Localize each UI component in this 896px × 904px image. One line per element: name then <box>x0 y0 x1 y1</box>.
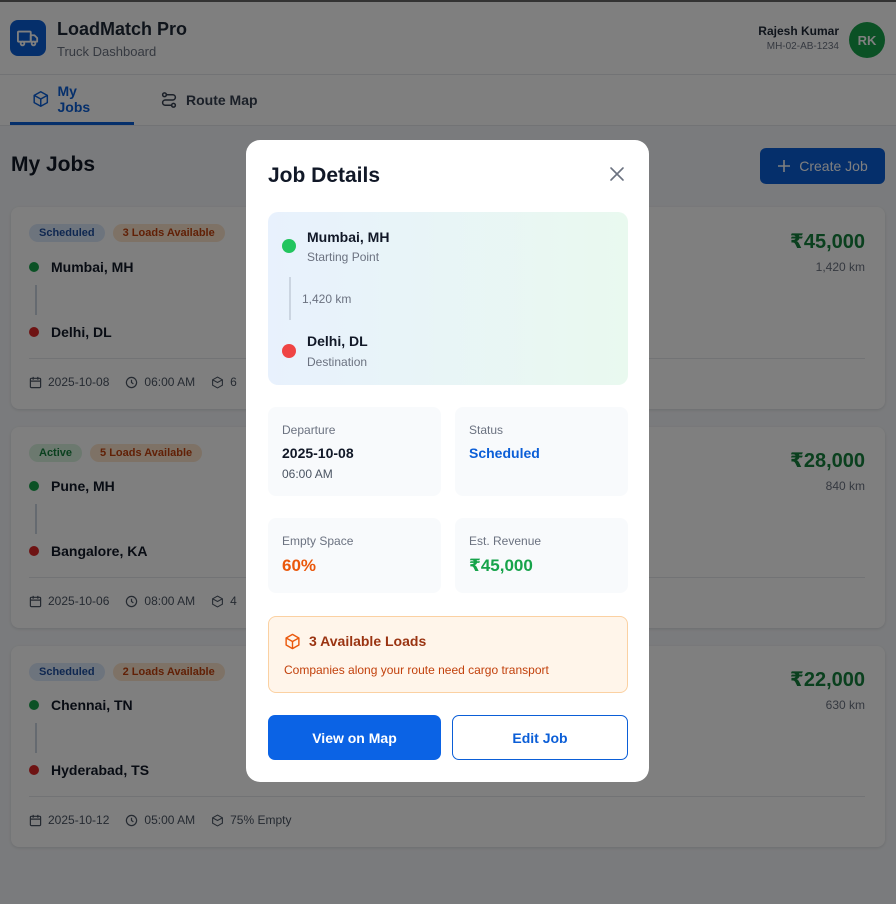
revenue-label: Est. Revenue <box>469 534 542 548</box>
close-icon[interactable] <box>607 164 627 184</box>
view-on-map-button[interactable]: View on Map <box>268 715 441 760</box>
departure-time: 06:00 AM <box>282 467 333 481</box>
empty-space-value: 60% <box>282 556 317 575</box>
status-label: Status <box>469 423 504 437</box>
available-loads-notice: 3 Available Loads Companies along your r… <box>268 616 628 693</box>
route-distance: 1,420 km <box>302 292 352 306</box>
departure-label: Departure <box>282 423 336 437</box>
status-value: Scheduled <box>469 445 540 461</box>
destination-city: Delhi, DL <box>307 333 368 349</box>
origin-label: Starting Point <box>307 250 380 264</box>
destination-dot-icon <box>282 344 296 358</box>
route-line <box>289 277 291 320</box>
route-summary: Mumbai, MH Starting Point 1,420 km Delhi… <box>268 212 628 385</box>
revenue-value: ₹45,000 <box>469 556 533 575</box>
loads-description: Companies along your route need cargo tr… <box>284 663 549 677</box>
destination-label: Destination <box>307 355 368 369</box>
revenue-info: Est. Revenue ₹45,000 <box>455 518 628 593</box>
origin-dot-icon <box>282 239 296 253</box>
departure-date: 2025-10-08 <box>282 445 354 461</box>
loads-title: 3 Available Loads <box>309 633 427 649</box>
job-details-modal: Job Details Mumbai, MH Starting Point 1,… <box>246 140 649 782</box>
empty-space-info: Empty Space 60% <box>268 518 441 593</box>
window-top-edge <box>0 0 896 2</box>
empty-space-label: Empty Space <box>282 534 354 548</box>
modal-title: Job Details <box>268 164 381 187</box>
edit-job-button[interactable]: Edit Job <box>452 715 628 760</box>
status-info: Status Scheduled <box>455 407 628 496</box>
box-icon <box>285 633 300 650</box>
origin-city: Mumbai, MH <box>307 229 390 245</box>
departure-info: Departure 2025-10-08 06:00 AM <box>268 407 441 496</box>
